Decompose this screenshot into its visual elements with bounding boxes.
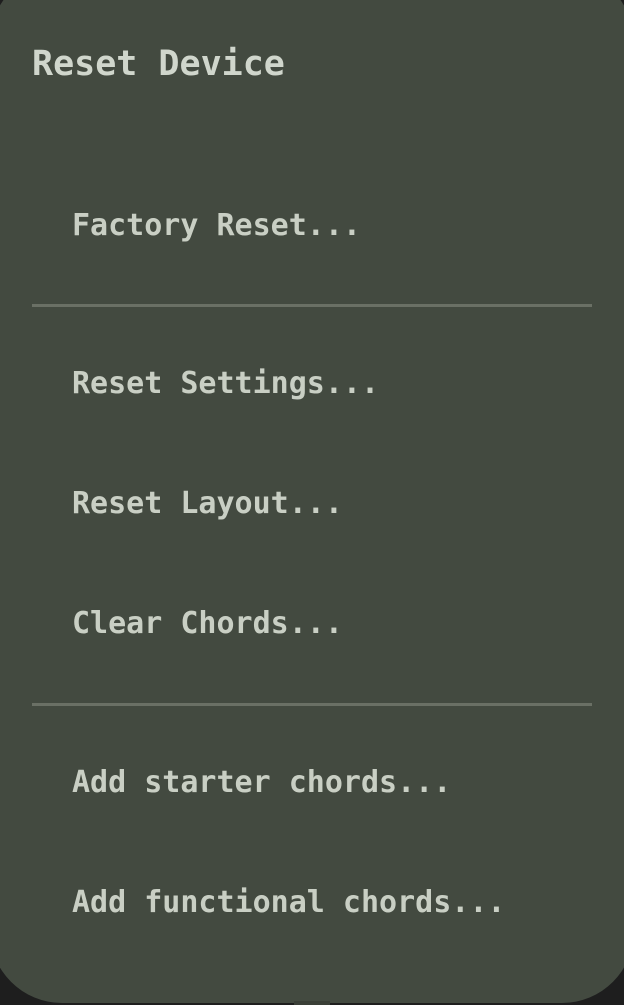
- divider: [32, 703, 592, 706]
- reset-settings-item[interactable]: Reset Settings...: [72, 366, 379, 401]
- add-functional-chords-item[interactable]: Add functional chords...: [72, 885, 505, 920]
- clear-chords-item[interactable]: Clear Chords...: [72, 606, 343, 641]
- dialog-title: Reset Device: [32, 44, 285, 84]
- reset-device-dialog: Reset Device Factory Reset... Reset Sett…: [0, 0, 624, 1003]
- divider: [32, 304, 592, 307]
- reset-layout-item[interactable]: Reset Layout...: [72, 486, 343, 521]
- add-starter-chords-item[interactable]: Add starter chords...: [72, 765, 451, 800]
- bottom-handle: [294, 1001, 330, 1005]
- factory-reset-item[interactable]: Factory Reset...: [72, 208, 361, 243]
